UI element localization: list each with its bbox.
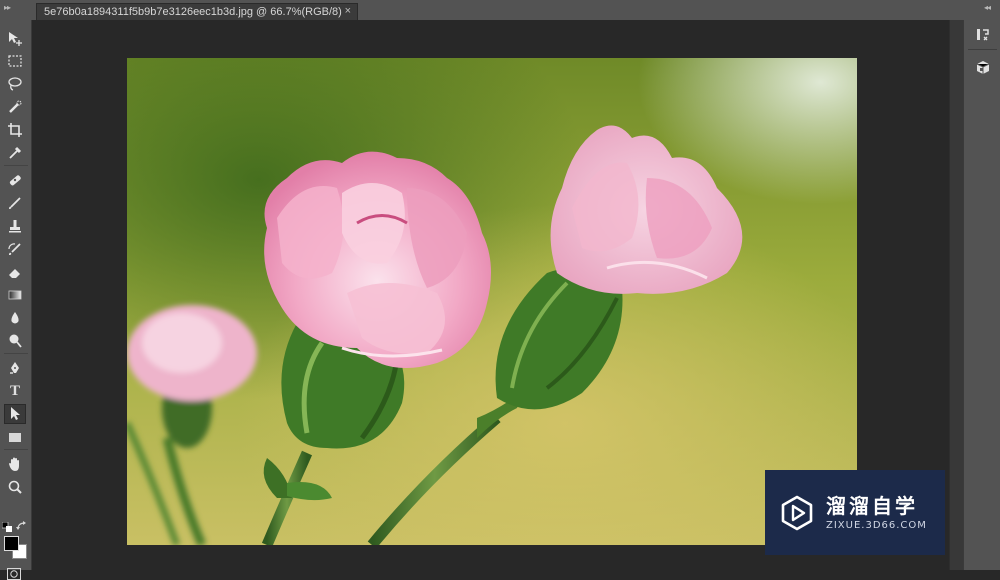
history-panel-icon bbox=[977, 29, 989, 41]
brush-tool-button[interactable] bbox=[4, 193, 26, 213]
path-selection-tool-button[interactable] bbox=[4, 404, 26, 424]
healing-brush-icon bbox=[9, 175, 21, 186]
dodge-icon bbox=[9, 334, 22, 348]
path-selection-arrow-icon bbox=[11, 407, 20, 420]
move-tool-button[interactable] bbox=[4, 28, 26, 48]
pen-icon bbox=[10, 362, 19, 374]
toolbox-divider bbox=[4, 353, 28, 354]
document-image-carnations[interactable] bbox=[127, 58, 857, 545]
type-tool-button[interactable]: T bbox=[4, 381, 26, 401]
quick-select-brush-icon bbox=[9, 100, 22, 113]
pen-tool-button[interactable] bbox=[4, 358, 26, 378]
close-document-icon[interactable]: × bbox=[345, 5, 351, 17]
lasso-icon bbox=[8, 77, 22, 91]
hand-tool-button[interactable] bbox=[4, 454, 26, 474]
toolbox-collapse-grip-icon[interactable]: ▸▸ bbox=[4, 4, 11, 12]
watermark-name: 溜溜自学 bbox=[826, 494, 918, 518]
eraser-tool-button[interactable] bbox=[4, 262, 26, 282]
properties-3d-icon bbox=[976, 61, 990, 74]
right-panel-dock bbox=[963, 20, 1000, 570]
eyedropper-icon bbox=[9, 146, 22, 159]
zoom-icon bbox=[8, 480, 22, 494]
history-brush-icon bbox=[8, 243, 21, 255]
quick-select-tool-button[interactable] bbox=[4, 97, 26, 117]
toolbox-divider bbox=[4, 449, 28, 450]
panel-collapse-grip-icon[interactable]: ◂◂ bbox=[984, 4, 991, 12]
rect-marquee-icon bbox=[8, 55, 22, 67]
toolbox-divider bbox=[4, 165, 28, 166]
watermark-badge: 溜溜自学 ZIXUE.3D66.COM bbox=[765, 470, 945, 555]
clone-stamp-icon bbox=[9, 220, 21, 233]
healing-tool-button[interactable] bbox=[4, 170, 26, 190]
carnation-photo bbox=[127, 58, 857, 545]
default-colors-icon[interactable] bbox=[2, 522, 12, 532]
document-tab-title[interactable]: 5e76b0a1894311f5b9b7e3126eec1b3d.jpg @ 6… bbox=[44, 6, 342, 18]
document-tab[interactable]: 5e76b0a1894311f5b9b7e3126eec1b3d.jpg @ 6… bbox=[36, 3, 358, 20]
zoom-tool-button[interactable] bbox=[4, 477, 26, 497]
shape-tool-button[interactable] bbox=[4, 427, 26, 447]
watermark-text: 溜溜自学 ZIXUE.3D66.COM bbox=[826, 494, 927, 531]
history-panel-button[interactable] bbox=[972, 24, 994, 44]
crop-tool-button[interactable] bbox=[4, 120, 26, 140]
dock-divider bbox=[968, 49, 997, 50]
toolbox: T bbox=[0, 20, 32, 580]
crop-icon bbox=[8, 123, 22, 137]
dodge-tool-button[interactable] bbox=[4, 331, 26, 351]
eraser-icon bbox=[9, 269, 20, 278]
gradient-tool-button[interactable] bbox=[4, 285, 26, 305]
watermark-url: ZIXUE.3D66.COM bbox=[826, 520, 927, 531]
marquee-tool-button[interactable] bbox=[4, 51, 26, 71]
history-brush-tool-button[interactable] bbox=[4, 239, 26, 259]
lasso-tool-button[interactable] bbox=[4, 74, 26, 94]
blur-drop-icon bbox=[11, 312, 19, 324]
properties-panel-button[interactable] bbox=[972, 58, 994, 78]
type-icon: T bbox=[9, 382, 20, 399]
rectangle-shape-icon bbox=[9, 433, 21, 442]
stamp-tool-button[interactable] bbox=[4, 216, 26, 236]
eyedropper-tool-button[interactable] bbox=[4, 143, 26, 163]
play-logo-icon bbox=[781, 495, 813, 530]
hand-icon bbox=[9, 457, 19, 471]
canvas-scroll-strip[interactable] bbox=[949, 20, 963, 570]
foreground-color-swatch[interactable] bbox=[4, 536, 19, 551]
brush-icon bbox=[9, 197, 21, 209]
gradient-icon bbox=[8, 290, 22, 300]
swap-colors-icon[interactable] bbox=[16, 520, 28, 532]
move-icon bbox=[9, 32, 22, 46]
blur-tool-button[interactable] bbox=[4, 308, 26, 328]
